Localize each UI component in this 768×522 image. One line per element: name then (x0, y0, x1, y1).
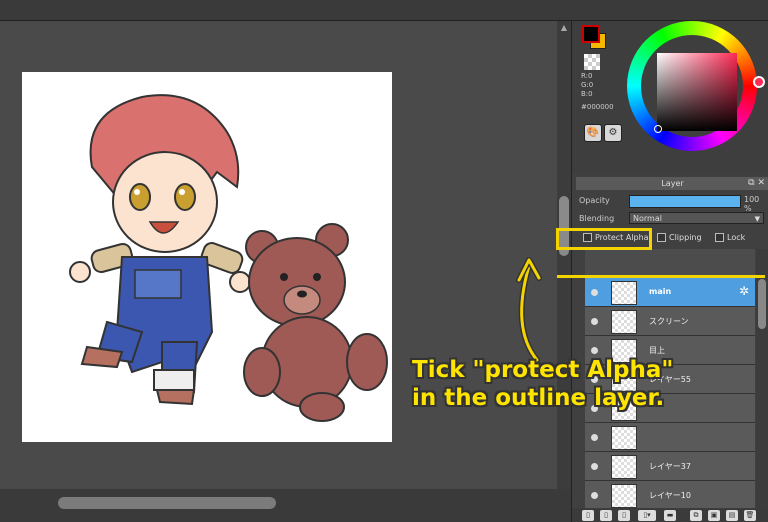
clear-layer-icon[interactable]: ▤ (726, 510, 738, 521)
eye-icon[interactable] (591, 289, 598, 296)
layer-thumbnail (611, 426, 637, 450)
layer-name: レイヤー37 (649, 462, 691, 471)
color-panel: R:0 G:0 B:0 #000000 🎨 ⚙ (572, 21, 768, 173)
layer-list-scroll-thumb[interactable] (758, 279, 766, 329)
hue-handle[interactable] (753, 76, 765, 88)
popout-icon[interactable]: ⧉ (748, 178, 754, 188)
gear-icon[interactable]: ✲ (739, 284, 749, 298)
annotation-caption: Tick "protect Alpha" in the outline laye… (412, 356, 768, 412)
layer-highlight-underline (557, 275, 765, 278)
top-toolbar (0, 0, 768, 21)
checkbox-icon (715, 233, 724, 242)
folder-icon[interactable]: ▬ (664, 510, 676, 521)
layer-thumbnail (611, 310, 637, 334)
rgb-g: G:0 (581, 81, 594, 89)
eye-icon[interactable] (591, 434, 598, 441)
lock-label: Lock (727, 233, 746, 242)
close-icon[interactable]: ✕ (757, 178, 765, 188)
layer-thumbnail (611, 455, 637, 479)
foreground-color-swatch[interactable] (582, 25, 600, 43)
transparent-color-swatch[interactable] (584, 54, 600, 70)
layer-name: スクリーン (649, 317, 689, 326)
new-layer-8bit-icon[interactable]: ▯ (600, 510, 612, 521)
horizontal-scroll-thumb[interactable] (58, 497, 276, 509)
lock-checkbox[interactable]: Lock (715, 233, 745, 242)
rgb-readout: R:0 G:0 B:0 (581, 72, 593, 99)
protect-alpha-highlight (556, 228, 652, 250)
trash-icon[interactable]: 🗑 (744, 510, 756, 521)
hex-readout: #000000 (581, 103, 614, 111)
caption-line-2: in the outline layer. (412, 385, 665, 411)
layer-name: レイヤー10 (649, 491, 691, 500)
eye-icon[interactable] (591, 463, 598, 470)
canvas-paper[interactable] (22, 72, 392, 442)
right-panel: R:0 G:0 B:0 #000000 🎨 ⚙ Layer ⧉ ✕ Opacit… (571, 21, 768, 522)
layer-name: main (649, 287, 672, 296)
eye-icon[interactable] (591, 318, 598, 325)
add-layer-dropdown-icon[interactable]: ▯▾ (638, 510, 656, 521)
canvas-horizontal-scrollbar[interactable] (0, 489, 571, 522)
merge-layer-icon[interactable]: ▣ (708, 510, 720, 521)
saturation-value-square[interactable] (657, 53, 737, 131)
clipping-checkbox[interactable]: Clipping (657, 233, 702, 242)
layer-row[interactable]: レイヤー37 (585, 452, 755, 481)
layer-name: 目上 (649, 346, 665, 355)
rgb-r: R:0 (581, 72, 593, 80)
new-layer-1bit-icon[interactable]: ▯ (618, 510, 630, 521)
opacity-value: 100 % (744, 195, 760, 213)
opacity-slider[interactable] (629, 195, 741, 208)
layer-panel-header: Layer ⧉ ✕ (576, 177, 768, 190)
duplicate-layer-icon[interactable]: ⧉ (690, 510, 702, 521)
layer-toolbar: ▯ ▯ ▯ ▯▾ ▬ ⧉ ▣ ▤ 🗑 (572, 508, 768, 522)
new-layer-icon[interactable]: ▯ (582, 510, 594, 521)
eye-icon[interactable] (591, 347, 598, 354)
layer-row[interactable] (585, 423, 755, 452)
color-settings-icon[interactable]: ⚙ (604, 124, 622, 142)
annotation-arrow-icon (516, 257, 542, 363)
clipping-label: Clipping (669, 233, 702, 242)
blending-value: Normal (633, 214, 662, 223)
checkbox-icon (657, 233, 666, 242)
opacity-label: Opacity (579, 196, 610, 205)
layer-row[interactable]: レイヤー10 (585, 481, 755, 510)
blending-select[interactable]: Normal ▼ (629, 212, 764, 224)
blending-label: Blending (579, 214, 615, 223)
layer-row-main[interactable]: main ✲ (585, 278, 755, 307)
layer-panel-title: Layer (661, 179, 684, 188)
eye-icon[interactable] (591, 492, 598, 499)
layer-thumbnail (611, 484, 637, 508)
layer-row[interactable]: スクリーン (585, 307, 755, 336)
caption-line-1: Tick "protect Alpha" (412, 357, 674, 383)
canvas-vertical-scrollbar[interactable]: ▲ (557, 21, 571, 499)
sv-handle[interactable] (654, 125, 662, 133)
character-illustration (69, 94, 388, 422)
chevron-down-icon: ▼ (754, 215, 760, 223)
scroll-up-icon[interactable]: ▲ (559, 24, 569, 32)
rgb-b: B:0 (581, 90, 593, 98)
palette-icon[interactable]: 🎨 (584, 124, 602, 142)
layer-thumbnail (611, 281, 637, 305)
